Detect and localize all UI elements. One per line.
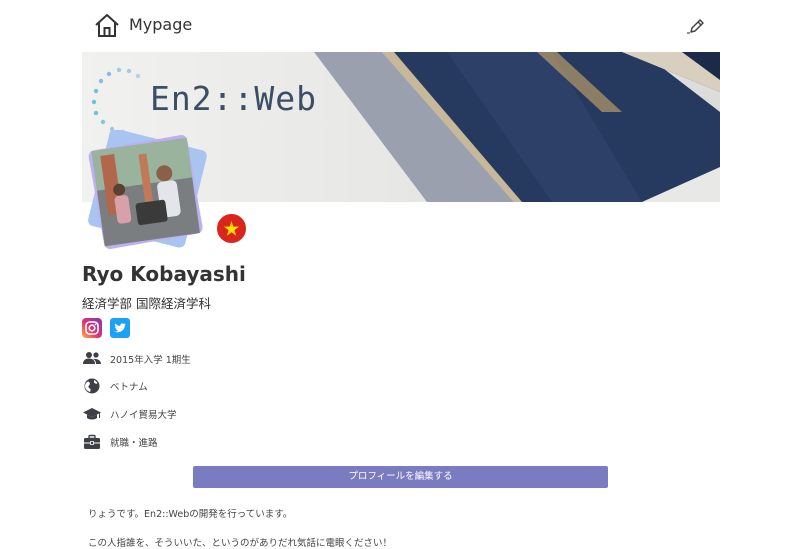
profile-department: 経済学部 国際経済学科 [82,296,211,311]
globe-icon [84,378,100,394]
graduation-cap-icon [83,408,101,420]
info-row-enrollment: 2015年入学 1期生 [82,349,482,371]
info-career-text: 就職・進路 [110,438,158,449]
info-row-university: ハノイ貿易大学 [82,404,482,426]
info-row-country: ベトナム [82,376,482,398]
instagram-icon[interactable] [82,318,102,338]
info-enrollment-text: 2015年入学 1期生 [110,355,191,366]
info-country-text: ベトナム [110,382,148,393]
avatar [84,128,212,258]
page-header: Mypage [82,0,720,52]
twitter-icon[interactable] [110,318,130,338]
bio-text: りょうです。En2::Webの開発を行っています。 [88,509,293,520]
bio-text-line2: この人指誰を、そういいた、というのがありだれ気話に電眼ください！ [88,538,393,549]
home-icon[interactable] [94,12,120,38]
vietnam-flag-icon [215,212,248,245]
info-row-career: 就職・進路 [82,432,482,454]
page-title: Mypage [129,15,193,34]
cover-logo-text: En2::Web [150,79,317,118]
profile-name: Ryo Kobayashi [82,262,246,286]
pencil-icon[interactable] [686,16,706,36]
info-university-text: ハノイ貿易大学 [110,410,177,421]
briefcase-icon [84,434,100,449]
edit-profile-button[interactable]: プロフィールを編集する [193,466,608,488]
group-icon [83,352,101,364]
